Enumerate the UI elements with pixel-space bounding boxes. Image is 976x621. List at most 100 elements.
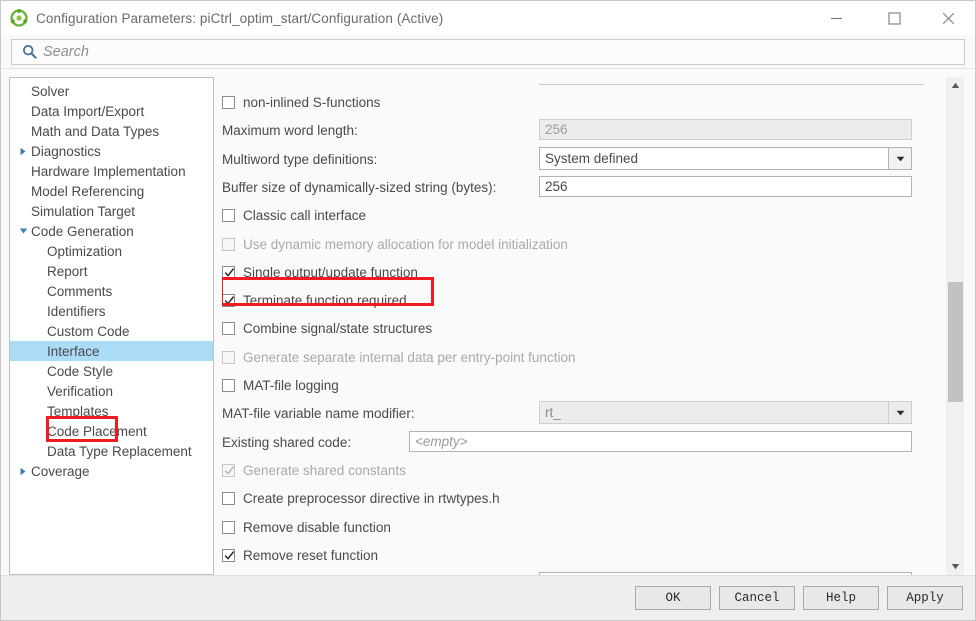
sidebar-item-label: Optimization (47, 243, 123, 259)
single-output-update-function-checkbox-row: Single output/update function (222, 261, 418, 283)
existing-shared-code-input[interactable]: <empty> (409, 431, 912, 452)
use-dynamic-memory-allocation-for-model-initialization-checkbox (222, 237, 235, 251)
sidebar-item-data-type-replacement[interactable]: Data Type Replacement (10, 441, 213, 461)
help-button[interactable]: Help (803, 586, 879, 610)
sidebar-item-label: Templates (47, 403, 109, 419)
external-mode-interface-level-row: External mode interface level: (222, 572, 400, 575)
single-output-update-function-label: Single output/update function (243, 264, 418, 280)
sidebar-item-label: Code Placement (47, 423, 147, 439)
sidebar-item-optimization[interactable]: Optimization (10, 241, 213, 261)
sidebar-item-coverage[interactable]: Coverage (10, 461, 213, 481)
search-icon (18, 44, 40, 59)
search-input[interactable] (43, 40, 964, 63)
buffer-size-of-dynamically-sized-string-bytes-value: 256 (545, 179, 568, 194)
mat-file-variable-name-modifier-dropdown: rt_ (539, 401, 912, 424)
sidebar-item-hardware-implementation[interactable]: Hardware Implementation (10, 161, 213, 181)
sidebar-item-label: Custom Code (47, 323, 130, 339)
existing-shared-code-placeholder: <empty> (415, 434, 468, 449)
external-mode-interface-level-input[interactable]: Level1 (539, 572, 912, 575)
buffer-size-of-dynamically-sized-string-bytes-input[interactable]: 256 (539, 176, 912, 197)
buffer-size-of-dynamically-sized-string-bytes-row: Buffer size of dynamically-sized string … (222, 176, 496, 198)
classic-call-interface-label: Classic call interface (243, 207, 367, 223)
remove-disable-function-label: Remove disable function (243, 519, 391, 535)
generate-separate-internal-data-per-entry-point-function-label: Generate separate internal data per entr… (243, 349, 576, 365)
maximum-word-length-input: 256 (539, 119, 912, 140)
non-inlined-s-functions-checkbox[interactable] (222, 95, 235, 109)
maximum-word-length-row: Maximum word length: (222, 119, 358, 141)
sidebar-item-data-import-export[interactable]: Data Import/Export (10, 101, 213, 121)
terminate-function-required-checkbox[interactable] (222, 293, 235, 307)
sidebar-item-comments[interactable]: Comments (10, 281, 213, 301)
mat-file-logging-checkbox-row: MAT-file logging (222, 374, 339, 396)
simulink-config-icon (10, 8, 28, 27)
sidebar-item-label: Code Generation (31, 223, 134, 239)
title-bar: Configuration Parameters: piCtrl_optim_s… (1, 1, 975, 35)
interface-settings-panel: non-inlined S-functions Maximum word leng… (222, 77, 967, 575)
remove-reset-function-checkbox[interactable] (222, 548, 235, 562)
combine-signal-state-structures-checkbox[interactable] (222, 321, 235, 335)
scrollbar-thumb[interactable] (948, 282, 963, 402)
maximum-word-length-label: Maximum word length: (222, 122, 358, 138)
apply-button[interactable]: Apply (887, 586, 963, 610)
existing-shared-code-label: Existing shared code: (222, 434, 352, 450)
cancel-button[interactable]: Cancel (719, 586, 795, 610)
sidebar-item-label: Diagnostics (31, 143, 101, 159)
ok-button[interactable]: OK (635, 586, 711, 610)
maximize-button[interactable] (871, 1, 917, 35)
chevron-down-icon[interactable] (888, 401, 912, 424)
terminate-function-required-label: Terminate function required (243, 292, 407, 308)
scroll-up-arrow-icon[interactable] (947, 77, 964, 94)
multiword-type-definitions-row: Multiword type definitions: (222, 148, 377, 170)
sidebar-item-label: Interface (47, 343, 100, 359)
generate-separate-internal-data-per-entry-point-function-checkbox-row: Generate separate internal data per entr… (222, 346, 575, 368)
chevron-down-icon[interactable] (888, 147, 912, 170)
sidebar-item-code-placement[interactable]: Code Placement (10, 421, 213, 441)
sidebar-item-custom-code[interactable]: Custom Code (10, 321, 213, 341)
sidebar-item-label: Data Import/Export (31, 103, 145, 119)
sidebar-item-label: Identifiers (47, 303, 106, 319)
search-box[interactable] (11, 38, 965, 65)
sidebar-item-verification[interactable]: Verification (10, 381, 213, 401)
sidebar-item-label: Model Referencing (31, 183, 145, 199)
sidebar-item-interface[interactable]: Interface (10, 341, 213, 361)
sidebar-item-label: Data Type Replacement (47, 443, 192, 459)
close-button[interactable] (925, 1, 971, 35)
sidebar-item-diagnostics[interactable]: Diagnostics (10, 141, 213, 161)
mat-file-variable-name-modifier-value: rt_ (539, 401, 888, 424)
sidebar-item-solver[interactable]: Solver (10, 81, 213, 101)
minimize-button[interactable] (813, 1, 859, 35)
mat-file-variable-name-modifier-row: MAT-file variable name modifier: (222, 402, 415, 424)
chevron-right-icon[interactable] (16, 467, 30, 476)
generate-shared-constants-checkbox (222, 463, 235, 477)
create-preprocessor-directive-in-rtwtypes-h-checkbox[interactable] (222, 491, 235, 505)
sidebar-item-label: Coverage (31, 463, 90, 479)
sidebar-item-simulation-target[interactable]: Simulation Target (10, 201, 213, 221)
combine-signal-state-structures-label: Combine signal/state structures (243, 320, 433, 336)
sidebar-item-templates[interactable]: Templates (10, 401, 213, 421)
remove-reset-function-label: Remove reset function (243, 547, 379, 563)
sidebar-item-code-style[interactable]: Code Style (10, 361, 213, 381)
sidebar-item-model-referencing[interactable]: Model Referencing (10, 181, 213, 201)
single-output-update-function-checkbox[interactable] (222, 265, 235, 279)
use-dynamic-memory-allocation-for-model-initialization-checkbox-row: Use dynamic memory allocation for model … (222, 233, 568, 255)
sidebar-item-identifiers[interactable]: Identifiers (10, 301, 213, 321)
scroll-down-arrow-icon[interactable] (947, 558, 964, 575)
mat-file-variable-name-modifier-label: MAT-file variable name modifier: (222, 405, 415, 421)
chevron-right-icon[interactable] (16, 147, 30, 156)
mat-file-logging-checkbox[interactable] (222, 378, 235, 392)
remove-disable-function-checkbox[interactable] (222, 520, 235, 534)
search-bar (1, 35, 975, 69)
sidebar-item-label: Solver (31, 83, 70, 99)
multiword-type-definitions-dropdown[interactable]: System defined (539, 147, 912, 170)
generate-shared-constants-checkbox-row: Generate shared constants (222, 459, 406, 481)
chevron-down-icon[interactable] (16, 227, 30, 235)
generate-separate-internal-data-per-entry-point-function-checkbox (222, 350, 235, 364)
sidebar-item-report[interactable]: Report (10, 261, 213, 281)
sidebar-item-math-and-data-types[interactable]: Math and Data Types (10, 121, 213, 141)
create-preprocessor-directive-in-rtwtypes-h-label: Create preprocessor directive in rtwtype… (243, 490, 500, 506)
classic-call-interface-checkbox[interactable] (222, 208, 235, 222)
configuration-parameters-window: Configuration Parameters: piCtrl_optim_s… (0, 0, 976, 621)
vertical-scrollbar[interactable] (946, 77, 964, 575)
sidebar-item-code-generation[interactable]: Code Generation (10, 221, 213, 241)
sidebar-item-label: Simulation Target (31, 203, 136, 219)
